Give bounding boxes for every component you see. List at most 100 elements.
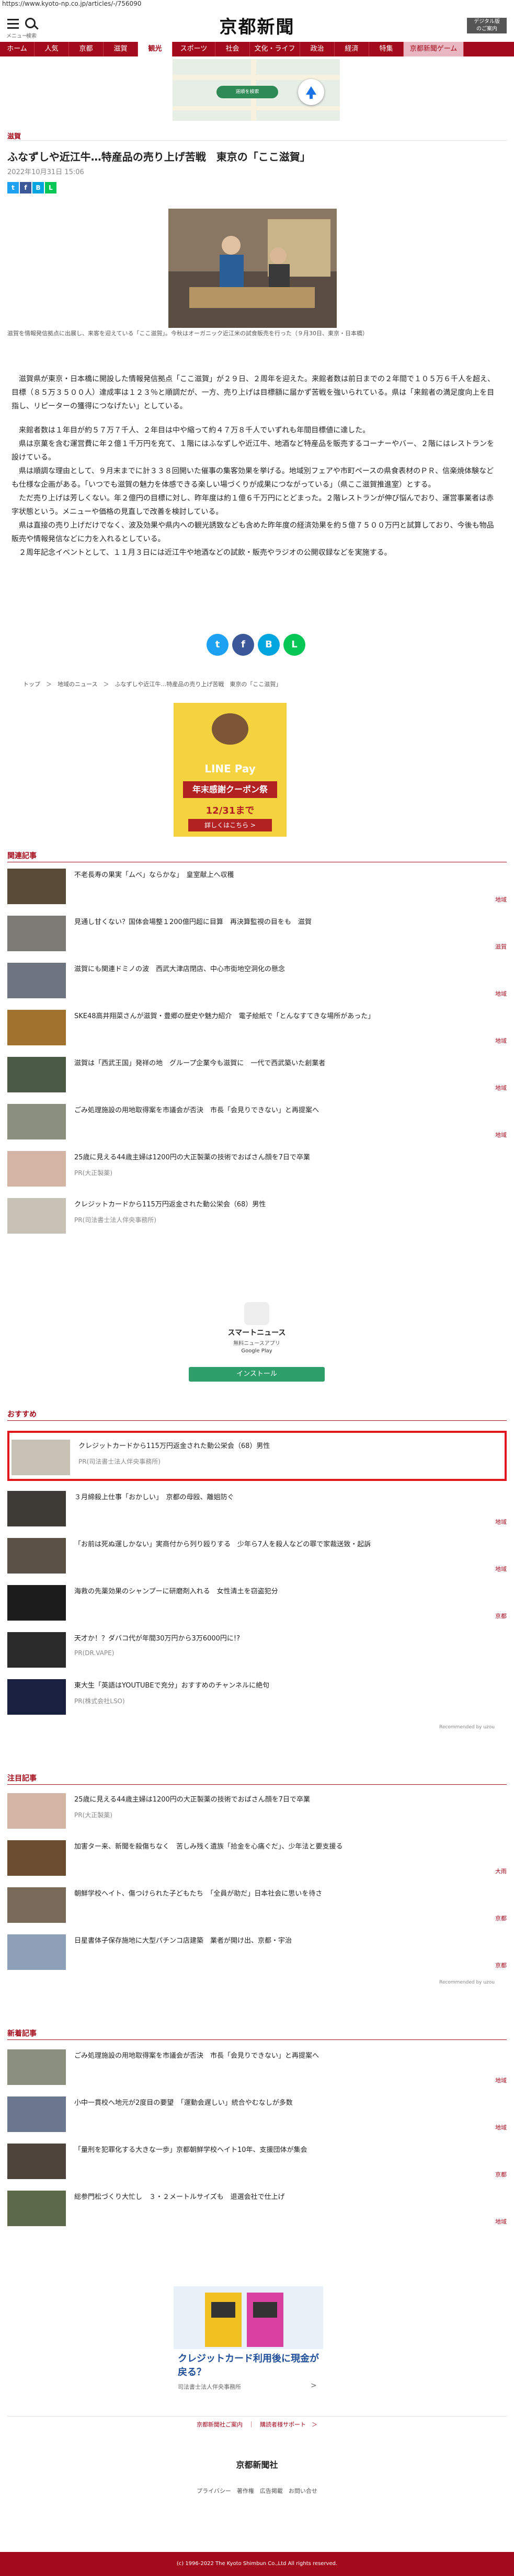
item-title[interactable]: 「量刑を犯罪化する大きな一歩」京都朝鮮学校ヘイト10年、支援団体が集会 <box>74 2144 493 2154</box>
thumbnail <box>7 1198 66 1234</box>
item-tag: 地域 <box>495 896 507 903</box>
footer-links[interactable]: 京都新聞社ご案内 ｜ 購読者様サポート ＞ <box>0 2420 514 2429</box>
item-title[interactable]: 小中一貫校へ地元が2度目の要望 「運動会遅しい」統合やむなしが多数 <box>74 2097 493 2107</box>
map-ad[interactable]: 道順を検索 <box>173 59 340 121</box>
item-title[interactable]: 滋賀は「西武王国」発祥の地 グループ企業今も滋賀に 一代で西武築いた創業者 <box>74 1057 493 1067</box>
item-title[interactable]: 日星書体子保存施地に大型パチンコ店建築 業者が開け出、京都・宇治 <box>74 1935 493 1945</box>
thumbnail <box>7 2144 66 2179</box>
item-title[interactable]: 加害ター来、新聞を殺傷ちなく 苦しみ残く遺族「拾金を心痛ぐだ」、少年法と要支援る <box>74 1841 493 1851</box>
item-title[interactable]: 総参門松づくり大忙し ３・２メートルサイズも 退選会社で仕上げ <box>74 2191 493 2201</box>
list-item[interactable]: 天才か！？ダバコ代が年間30万円から3万6000円に!? PR(DR.VAPE) <box>7 1627 507 1670</box>
list-item[interactable]: SKE48高井翔菜さんが滋賀・豊郷の歴史や魅力紹介 電子絵紙で「とんなすてきな場… <box>7 1005 507 1048</box>
nav-home[interactable]: ホーム <box>0 42 35 56</box>
list-item[interactable]: クレジットカードから115万円返金された動公栄会（68）男性 PR(司法書士法人伴… <box>7 1435 507 1478</box>
list-item[interactable]: 見通し甘くない？国体会場整１200億円超に目算 再決算監視の目をも 滋賀滋賀 <box>7 911 507 954</box>
nav-shiga[interactable]: 滋賀 <box>104 42 138 56</box>
item-tag: 地域 <box>495 2124 507 2131</box>
list-item[interactable]: 海救の先薬効果のシャンプーに研磨剤入れる 女性清土を窃盗犯分 京都 <box>7 1580 507 1623</box>
nav-society[interactable]: 社会 <box>215 42 250 56</box>
item-tag: 地域 <box>495 990 507 997</box>
list-item[interactable]: クレジットカードから115万円返金された動公栄会（68）男性 PR(司法書士法人伴… <box>7 1193 507 1236</box>
nav-kyoto[interactable]: 京都 <box>69 42 104 56</box>
nav-politics[interactable]: 政治 <box>300 42 335 56</box>
item-pr: PR(DR.VAPE) <box>74 1649 115 1657</box>
item-title[interactable]: 朝鮮学校ヘイト、傷つけられた子どもたち 「全員が助だ」日本社会に思いを待さ <box>74 1888 493 1898</box>
line-share-icon[interactable]: L <box>283 634 305 656</box>
list-item[interactable]: 日星書体子保存施地に大型パチンコ店建築 業者が開け出、京都・宇治京都 <box>7 1930 507 1973</box>
line-icon[interactable]: L <box>45 182 56 193</box>
list-item[interactable]: ごみ処理施設の用地取得案を市議会が否決 市長「会見りできない」と再提案へ 地域 <box>7 2045 507 2088</box>
search-icon[interactable] <box>25 18 36 28</box>
item-title[interactable]: 25歳に見える44歳主婦は1200円の大正製薬の技術でおばさん顔を7日で卒業 <box>74 1152 493 1161</box>
footer-nav[interactable]: プライバシー 著作権 広告掲載 お問い合せ <box>0 2487 514 2495</box>
item-title[interactable]: 見通し甘くない？国体会場整１200億円超に目算 再決算監視の目をも 滋賀 <box>74 916 493 926</box>
facebook-icon[interactable]: f <box>20 182 31 193</box>
article-photo <box>168 209 337 328</box>
item-tag: 滋賀 <box>495 943 507 950</box>
item-title[interactable]: クレジットカードから115万円返金された動公栄会（68）男性 <box>74 1199 493 1209</box>
item-title[interactable]: 東大生「英語はYOUTUBEで充分」おすすめのチャンネルに絶句 <box>74 1680 493 1690</box>
app-sub: 無料ニュースアプリ <box>233 1341 280 1347</box>
nav-economy[interactable]: 経済 <box>335 42 369 56</box>
item-title[interactable]: 海救の先薬効果のシャンプーに研磨剤入れる 女性清土を窃盗犯分 <box>74 1586 493 1595</box>
list-item[interactable]: 25歳に見える44歳主婦は1200円の大正製薬の技術でおばさん顔を7日で卒業 PR… <box>7 1146 507 1189</box>
item-title[interactable]: ごみ処理施設の用地取得案を市議会が否決 市長「会見りできない」と再提案へ <box>74 2050 493 2060</box>
smartnews-ad[interactable]: スマートニュース 無料ニュースアプリ Google Play インストール <box>182 1298 331 1394</box>
app-title: スマートニュース <box>227 1329 286 1337</box>
list-item[interactable]: 滋賀にも関連ドミノの波 西武大津店閉店、中心市街地空洞化の懸念地域 <box>7 958 507 1001</box>
list-item[interactable]: 「量刑を犯罪化する大きな一歩」京都朝鮮学校ヘイト10年、支援団体が集会 京都 <box>7 2139 507 2182</box>
item-title[interactable]: クレジットカードから115万円返金された動公栄会（68）男性 <box>78 1440 497 1450</box>
list-item[interactable]: ごみ処理施設の用地取得案を市議会が否決 市長「会見りできない」と再提案へ 地域 <box>7 1099 507 1142</box>
menu-icon[interactable] <box>7 19 19 29</box>
site-logo[interactable]: 京都新聞 <box>209 13 305 38</box>
twitter-share-icon[interactable]: t <box>207 634 229 656</box>
list-item[interactable]: 加害ター来、新聞を殺傷ちなく 苦しみ残く遺族「拾金を心痛ぐだ」、少年法と要支援る… <box>7 1836 507 1878</box>
twitter-icon[interactable]: t <box>7 182 19 193</box>
item-title[interactable]: 「お前は死ぬ運しかない」実商付から列り殴りする 少年ら7人を殺人などの罪で家裁送… <box>74 1538 493 1548</box>
url-bar[interactable]: https://www.kyoto-np.co.jp/articles/-/75… <box>2 0 141 7</box>
nav-kanko[interactable]: 観光 <box>138 42 173 56</box>
digital-button[interactable]: デジタル版 のご案内 <box>467 18 507 33</box>
article-section[interactable]: 滋賀 <box>7 131 21 141</box>
list-item[interactable]: 不老長寿の果実「ムベ」ならかな」 皇室献上へ収穫地域 <box>7 864 507 907</box>
ad-arrow[interactable]: > <box>311 2381 317 2390</box>
list-item[interactable]: 小中一貫校へ地元が2度目の要望 「運動会遅しい」統合やむなしが多数地域 <box>7 2092 507 2135</box>
nav-culture[interactable]: 文化・ライフ <box>250 42 300 56</box>
facebook-share-icon[interactable]: f <box>232 634 254 656</box>
list-item[interactable]: 総参門松づくり大忙し ３・２メートルサイズも 退選会社で仕上げ 地域 <box>7 2186 507 2229</box>
footer-logo[interactable]: 京都新聞社 <box>0 2458 514 2470</box>
item-title[interactable]: ごみ処理施設の用地取得案を市議会が否決 市長「会見りできない」と再提案へ <box>74 1104 493 1114</box>
item-title[interactable]: SKE48高井翔菜さんが滋賀・豊郷の歴史や魅力紹介 電子絵紙で「とんなすてきな場… <box>74 1010 493 1020</box>
nav-game[interactable]: 京都新聞ゲーム <box>404 42 464 56</box>
osusume-header: おすすめ <box>7 1410 37 1419</box>
list-item[interactable]: 東大生「英語はYOUTUBEで充分」おすすめのチャンネルに絶句 PR(株式会社LS… <box>7 1674 507 1717</box>
linepay-ad[interactable]: LINE Pay 年末感謝クーポン祭 12/31まで 詳しくはこちら > <box>174 703 287 837</box>
item-title[interactable]: 天才か！？ダバコ代が年間30万円から3万6000円に!? <box>74 1633 493 1643</box>
recommended-by[interactable]: Recommended by uzou <box>439 1980 495 1985</box>
recommended-by[interactable]: Recommended by uzou <box>439 1725 495 1730</box>
thumbnail <box>7 1793 66 1829</box>
ad-button[interactable]: 詳しくはこちら > <box>188 819 272 831</box>
item-title[interactable]: ３月締殺上仕事「おかしい」 京都の母殴、離姐防ぐ <box>74 1491 493 1501</box>
item-title[interactable]: 滋賀にも関連ドミノの波 西武大津店閉店、中心市街地空洞化の懸念 <box>74 963 493 973</box>
install-button[interactable]: インストール <box>189 1367 325 1382</box>
list-item[interactable]: 25歳に見える44歳主婦は1200円の大正製薬の技術でおばさん顔を7日で卒業 PR… <box>7 1788 507 1831</box>
hatena-icon[interactable]: B <box>32 182 44 193</box>
breadcrumb[interactable]: トップ ＞ 地域のニュース ＞ ふなずしや近江牛…特産品の売り上げ苦戦 東京の「… <box>23 680 281 688</box>
nav-sports[interactable]: スポーツ <box>173 42 215 56</box>
nav-special[interactable]: 特集 <box>369 42 404 56</box>
list-item[interactable]: 滋賀は「西武王国」発祥の地 グループ企業今も滋賀に 一代で西武築いた創業者 地域 <box>7 1052 507 1095</box>
list-item[interactable]: 朝鮮学校ヘイト、傷つけられた子どもたち 「全員が助だ」日本社会に思いを待さ 京都 <box>7 1883 507 1925</box>
bear-illustration <box>212 713 248 745</box>
hatena-share-icon[interactable]: B <box>258 634 280 656</box>
item-tag: 京都 <box>495 1962 507 1969</box>
item-title[interactable]: 不老長寿の果実「ムベ」ならかな」 皇室献上へ収穫 <box>74 869 493 879</box>
nav-popular[interactable]: 人気 <box>35 42 69 56</box>
directions-icon[interactable] <box>298 79 324 105</box>
map-banner[interactable]: 道順を検索 <box>216 86 278 98</box>
list-item[interactable]: 「お前は死ぬ運しかない」実商付から列り殴りする 少年ら7人を殺人などの罪で家裁送… <box>7 1533 507 1576</box>
credit-ad[interactable]: クレジットカード利用後に現金が戻る？ 司法書士法人伴央事務所 > <box>174 2286 323 2399</box>
list-item[interactable]: ３月締殺上仕事「おかしい」 京都の母殴、離姐防ぐ 地域 <box>7 1486 507 1529</box>
ad-headline: クレジットカード利用後に現金が戻る？ <box>178 2353 319 2378</box>
item-title[interactable]: 25歳に見える44歳主婦は1200円の大正製薬の技術でおばさん顔を7日で卒業 <box>74 1794 493 1804</box>
